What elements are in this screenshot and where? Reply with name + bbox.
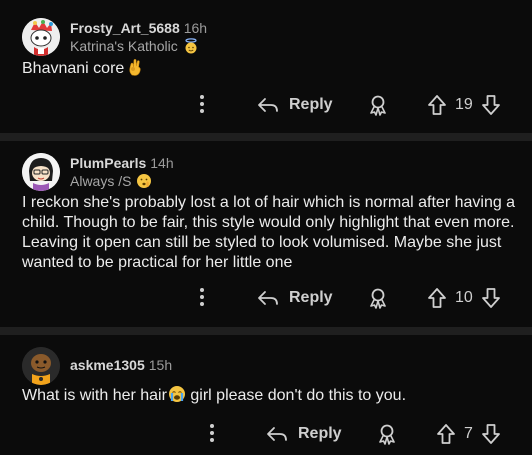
dot-icon (200, 288, 204, 292)
reply-label[interactable]: Reply (298, 425, 342, 443)
comment: Frosty_Art_5688 16h Katrina's Katholic Bh… (0, 0, 532, 130)
angel-emoji-icon (183, 38, 199, 57)
username-text[interactable]: askme1305 (70, 357, 145, 373)
award-button[interactable] (367, 94, 389, 121)
dot-icon (200, 102, 204, 106)
more-options-button[interactable] (209, 424, 215, 444)
vote-controls: 10 (427, 285, 501, 311)
flair-text: Katrina's Katholic (70, 38, 178, 55)
shushing-face-emoji-icon (136, 173, 152, 192)
user-flair: Katrina's Katholic (70, 38, 199, 57)
dot-icon (210, 431, 214, 435)
ok-hand-emoji-icon (128, 58, 142, 82)
dot-icon (200, 295, 204, 299)
comment-actions: Reply 10 (0, 283, 532, 313)
upvote-arrow-icon[interactable] (427, 287, 447, 309)
username[interactable]: PlumPearls 14h (70, 155, 174, 171)
vote-count: 10 (455, 289, 473, 306)
snoo-avatar-icon (22, 18, 60, 56)
reply-button[interactable]: Reply (266, 421, 342, 447)
more-options-button[interactable] (199, 288, 205, 308)
comment: PlumPearls 14h Always /S I reckon she's p… (0, 141, 532, 326)
user-flair: Always /S (70, 173, 152, 192)
reply-button[interactable]: Reply (257, 285, 333, 311)
award-icon (370, 95, 386, 116)
vote-count: 19 (455, 96, 473, 113)
timestamp: 14h (150, 155, 174, 171)
avatar[interactable] (22, 153, 60, 191)
snoo-avatar-icon (22, 347, 60, 385)
comment-text-start: What is with her hair (22, 387, 167, 404)
vote-count: 7 (464, 425, 473, 442)
reply-arrow-icon (267, 427, 287, 441)
avatar[interactable] (22, 347, 60, 385)
comment-body: I reckon she's probably lost a lot of ha… (22, 193, 518, 273)
downvote-arrow-icon[interactable] (481, 94, 501, 116)
award-button[interactable] (367, 287, 389, 314)
snoo-avatar-icon (22, 153, 60, 191)
downvote-arrow-icon[interactable] (481, 287, 501, 309)
award-button[interactable] (376, 423, 398, 450)
comment: askme1305 15h What is with her hair girl … (0, 335, 532, 455)
username-text[interactable]: PlumPearls (70, 155, 146, 171)
timestamp: 15h (148, 357, 173, 373)
award-icon (379, 424, 395, 445)
comment-body: What is with her hair girl please don't … (22, 385, 518, 409)
comment-actions: Reply 19 (0, 90, 532, 120)
timestamp: 16h (183, 20, 208, 36)
username[interactable]: askme1305 15h (70, 357, 172, 373)
comment-actions: Reply 7 (0, 419, 532, 449)
comment-divider (0, 133, 532, 141)
vote-controls: 7 (436, 421, 501, 447)
flair-text: Always /S (70, 173, 132, 190)
reply-arrow-icon (258, 291, 278, 305)
comment-body: Bhavnani core (22, 58, 518, 82)
vote-controls: 19 (427, 92, 501, 118)
comment-text: Bhavnani core (22, 60, 125, 77)
more-options-button[interactable] (199, 95, 205, 115)
dot-icon (200, 95, 204, 99)
crying-face-emoji-icon (168, 385, 186, 409)
upvote-arrow-icon[interactable] (427, 94, 447, 116)
avatar[interactable] (22, 18, 60, 56)
comment-text: I reckon she's probably lost a lot of ha… (22, 194, 516, 271)
reply-button[interactable]: Reply (257, 92, 333, 118)
reply-arrow-icon (258, 98, 278, 112)
username[interactable]: Frosty_Art_5688 16h (70, 20, 207, 36)
reply-label[interactable]: Reply (289, 289, 333, 307)
dot-icon (200, 109, 204, 113)
reply-label[interactable]: Reply (289, 96, 333, 114)
username-text[interactable]: Frosty_Art_5688 (70, 20, 180, 36)
award-icon (370, 288, 386, 309)
dot-icon (210, 424, 214, 428)
dot-icon (200, 302, 204, 306)
dot-icon (210, 438, 214, 442)
upvote-arrow-icon[interactable] (436, 423, 456, 445)
comment-divider (0, 327, 532, 335)
comment-text-end: girl please don't do this to you. (185, 387, 407, 404)
downvote-arrow-icon[interactable] (481, 423, 501, 445)
